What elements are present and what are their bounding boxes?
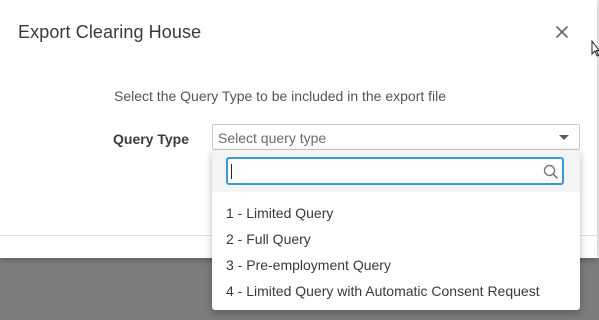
close-button[interactable] — [550, 20, 574, 44]
query-type-option[interactable]: 4 - Limited Query with Automatic Consent… — [212, 278, 580, 304]
query-type-placeholder: Select query type — [218, 130, 327, 146]
query-type-option[interactable]: 3 - Pre-employment Query — [212, 252, 580, 278]
search-icon — [543, 164, 559, 180]
close-icon — [555, 25, 569, 39]
query-type-option[interactable]: 2 - Full Query — [212, 226, 580, 252]
caret-down-icon — [559, 135, 569, 140]
dialog-title: Export Clearing House — [18, 22, 202, 42]
query-type-options: 1 - Limited Query 2 - Full Query 3 - Pre… — [212, 200, 580, 304]
dropdown-search-input[interactable] — [226, 157, 564, 185]
text-caret — [231, 164, 232, 179]
mouse-cursor-icon — [591, 40, 599, 57]
dropdown-search-area — [212, 150, 580, 192]
query-type-dropdown: 1 - Limited Query 2 - Full Query 3 - Pre… — [212, 150, 580, 310]
query-type-option[interactable]: 1 - Limited Query — [212, 200, 580, 226]
query-type-label: Query Type — [113, 131, 189, 147]
query-type-select[interactable]: Select query type — [212, 124, 580, 150]
instruction-text: Select the Query Type to be included in … — [114, 88, 447, 104]
